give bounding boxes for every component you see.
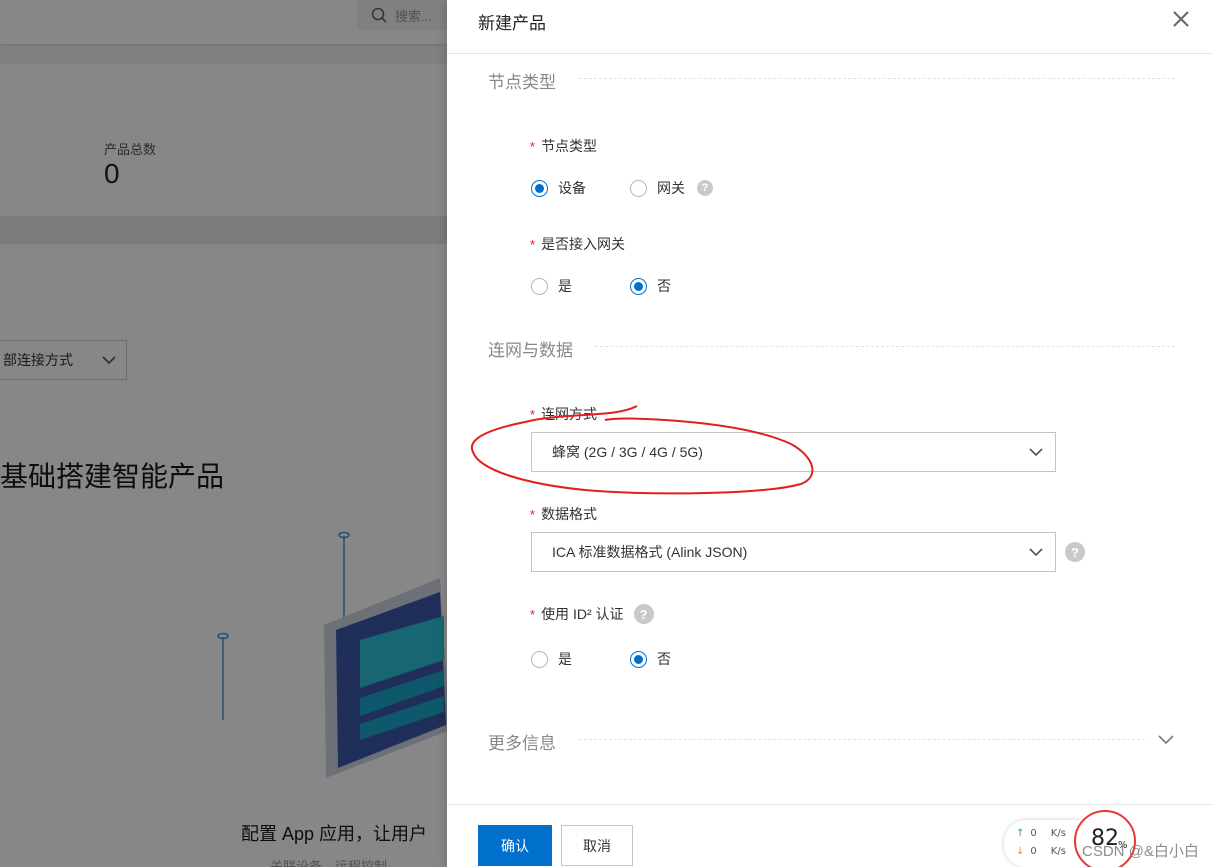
data-format-label-text: 数据格式 <box>541 506 598 522</box>
radio-label: 否 <box>657 278 671 294</box>
section-divider <box>595 346 1175 347</box>
watermark: CSDN @&白小白 <box>1082 843 1199 860</box>
help-icon[interactable]: ? <box>697 180 713 196</box>
upload-arrow-icon: ↑ <box>1016 828 1025 839</box>
radio-label: 是 <box>558 651 572 667</box>
radio-label: 网关 <box>657 180 685 196</box>
required-mark: * <box>530 506 536 522</box>
radio-checked-icon <box>630 650 647 668</box>
radio-unchecked-icon <box>531 650 548 668</box>
gateway-access-label-text: 是否接入网关 <box>541 236 626 252</box>
speed-unit: K/s <box>1050 828 1066 839</box>
upload-speed: ↑ 0 K/s <box>1016 828 1066 839</box>
confirm-button[interactable]: 确认 <box>478 825 552 866</box>
data-format-label: * 数据格式 <box>530 504 597 524</box>
upload-value: 0 <box>1030 828 1037 839</box>
radio-gateway-no[interactable]: 否 <box>630 276 671 296</box>
required-mark: * <box>530 406 536 422</box>
download-arrow-icon: ↓ <box>1016 846 1025 857</box>
download-value: 0 <box>1030 846 1037 857</box>
radio-label: 否 <box>657 651 671 667</box>
network-mode-label-text: 连网方式 <box>541 406 598 422</box>
network-mode-value: 蜂窝 (2G / 3G / 4G / 5G) <box>552 444 703 460</box>
radio-node-type-gateway[interactable]: 网关 ? <box>630 178 713 198</box>
data-format-select[interactable]: ICA 标准数据格式 (Alink JSON) <box>531 532 1056 572</box>
drawer-title: 新建产品 <box>478 14 546 33</box>
download-speed: ↓ 0 K/s <box>1016 846 1066 857</box>
gateway-access-label: * 是否接入网关 <box>530 234 625 254</box>
id2-auth-label-text: 使用 ID² 认证 <box>541 606 624 622</box>
close-icon <box>1173 11 1189 27</box>
required-mark: * <box>530 236 536 252</box>
radio-unchecked-icon <box>531 277 548 295</box>
speed-unit: K/s <box>1050 846 1066 857</box>
radio-checked-icon <box>630 277 647 295</box>
section-title-node-type: 节点类型 <box>488 73 556 92</box>
chevron-down-icon[interactable] <box>1158 735 1174 745</box>
help-icon[interactable]: ? <box>633 604 654 624</box>
network-mode-label: * 连网方式 <box>530 404 597 424</box>
required-mark: * <box>530 606 536 622</box>
radio-gateway-yes[interactable]: 是 <box>531 276 572 296</box>
id2-auth-label: * 使用 ID² 认证 ? <box>530 604 654 624</box>
radio-label: 设备 <box>558 180 586 196</box>
network-speed-widget: ↑ 0 K/s ↓ 0 K/s <box>1004 820 1084 867</box>
radio-id2-no[interactable]: 否 <box>630 649 671 669</box>
radio-node-type-device[interactable]: 设备 <box>531 178 586 198</box>
section-divider <box>579 739 1145 740</box>
node-type-label-text: 节点类型 <box>541 138 598 154</box>
close-button[interactable] <box>1166 4 1196 34</box>
chevron-down-icon <box>1029 447 1043 456</box>
radio-id2-yes[interactable]: 是 <box>531 649 572 669</box>
radio-unchecked-icon <box>630 179 647 197</box>
radio-label: 是 <box>558 278 572 294</box>
chevron-down-icon <box>1029 547 1043 556</box>
new-product-drawer: 新建产品 节点类型 * 节点类型 设备 网关 ? * 是否接入网关 是 否 连网… <box>447 0 1213 867</box>
section-title-more-info[interactable]: 更多信息 <box>488 729 556 754</box>
section-title-network: 连网与数据 <box>488 341 573 360</box>
network-mode-select[interactable]: 蜂窝 (2G / 3G / 4G / 5G) <box>531 432 1056 472</box>
help-icon[interactable]: ? <box>1065 542 1085 562</box>
node-type-label: * 节点类型 <box>530 136 597 156</box>
data-format-value: ICA 标准数据格式 (Alink JSON) <box>552 544 748 560</box>
radio-checked-icon <box>531 179 548 197</box>
drawer-header: 新建产品 <box>447 0 1213 54</box>
required-mark: * <box>530 138 536 154</box>
section-divider <box>579 78 1175 79</box>
cancel-button[interactable]: 取消 <box>561 825 633 866</box>
